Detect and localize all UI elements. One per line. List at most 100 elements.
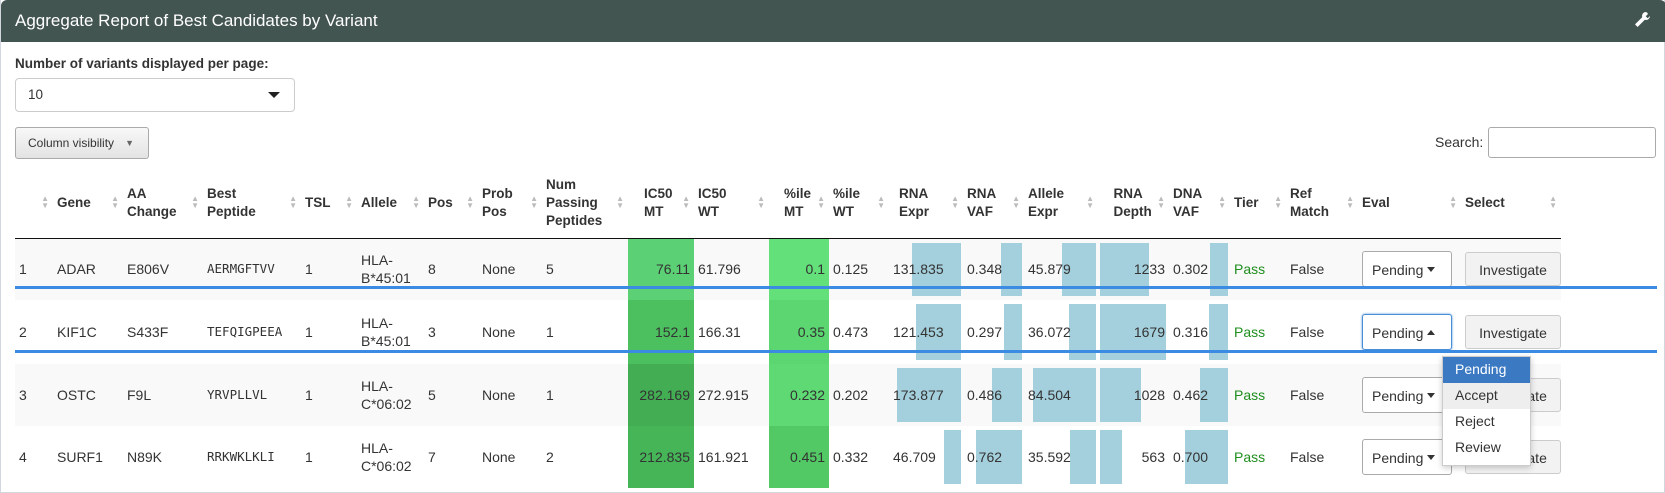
col-header-aa-change[interactable]: AA Change ▲ ▼ xyxy=(123,168,203,239)
variants-table: ▲ ▼ Gene ▲ ▼ AA Change ▲ ▼ Best Peptide ▲ ▼ TSL… xyxy=(15,168,1561,488)
rna-vaf-cell: 0.486 xyxy=(963,364,1024,426)
ic50-mt-cell: 152.1 xyxy=(628,300,694,364)
col-header-allele[interactable]: Allele ▲ ▼ xyxy=(357,168,424,239)
report-panel: Aggregate Report of Best Candidates by V… xyxy=(0,0,1665,493)
dropdown-option-accept[interactable]: Accept xyxy=(1443,383,1530,409)
select-cell: Investigate xyxy=(1461,238,1561,300)
pos-cell: 8 xyxy=(424,238,478,300)
gene-cell: OSTC xyxy=(53,364,123,426)
col-header-ref-match[interactable]: Ref Match ▲ ▼ xyxy=(1286,168,1358,239)
perpage-select[interactable]: 10 xyxy=(15,78,295,112)
caret-down-icon xyxy=(268,92,280,98)
allele-expr-cell-bar xyxy=(1069,430,1096,484)
pile-wt-cell: 0.202 xyxy=(829,364,889,426)
col-header-rna-expr[interactable]: RNA Expr ▲ ▼ xyxy=(889,168,963,239)
caret-down-icon xyxy=(1427,393,1435,398)
col-header-eval[interactable]: Eval ▲ ▼ xyxy=(1358,168,1461,239)
pile-wt-cell: 0.473 xyxy=(829,300,889,364)
gene-cell: KIF1C xyxy=(53,300,123,364)
col-header-tsl[interactable]: TSL ▲ ▼ xyxy=(301,168,357,239)
col-header-pile-wt[interactable]: %ile WT ▲ ▼ xyxy=(829,168,889,239)
col-header-ic50-mt[interactable]: IC50 MT ▲ ▼ xyxy=(628,168,694,239)
eval-cell: Pending xyxy=(1358,300,1461,364)
sort-icon: ▲ ▼ xyxy=(1157,194,1165,210)
dropdown-option-review[interactable]: Review xyxy=(1443,435,1530,461)
sort-icon: ▲ ▼ xyxy=(41,194,49,210)
sort-icon: ▲ ▼ xyxy=(289,194,297,210)
investigate-button[interactable]: Investigate xyxy=(1465,252,1561,287)
rna-vaf-cell: 0.297 xyxy=(963,300,1024,364)
gene-cell: SURF1 xyxy=(53,426,123,488)
rna-vaf-cell: 0.348 xyxy=(963,238,1024,300)
rna-expr-cell-bar xyxy=(943,430,961,484)
dropdown-option-pending[interactable]: Pending xyxy=(1443,357,1530,383)
table-row: 4 SURF1 N89K RRKWKLKLI 1 HLA-C*06:02 7 None 2 212… xyxy=(15,426,1561,488)
allele-expr-cell: 35.592 xyxy=(1024,426,1098,488)
sort-icon: ▲ ▼ xyxy=(1549,194,1557,210)
allele-cell: HLA-B*45:01 xyxy=(357,300,424,364)
ref-match-cell: False xyxy=(1286,426,1358,488)
rna-expr-cell: 173.877 xyxy=(889,364,963,426)
row-number: 4 xyxy=(15,426,53,488)
sort-icon: ▲ ▼ xyxy=(1218,194,1226,210)
eval-value: Pending xyxy=(1372,450,1424,466)
pile-wt-cell: 0.332 xyxy=(829,426,889,488)
table-row: 1 ADAR E806V AERMGFTVV 1 HLA-B*45:01 8 None 5 76.… xyxy=(15,238,1561,300)
col-header-pile-mt[interactable]: %ile MT ▲ ▼ xyxy=(769,168,829,239)
col-header-dna-vaf[interactable]: DNA VAF ▲ ▼ xyxy=(1169,168,1230,239)
col-header-allele-expr[interactable]: Allele Expr ▲ ▼ xyxy=(1024,168,1098,239)
wrench-icon[interactable] xyxy=(1632,10,1652,30)
ref-match-cell: False xyxy=(1286,300,1358,364)
pos-cell: 3 xyxy=(424,300,478,364)
dropdown-option-reject[interactable]: Reject xyxy=(1443,409,1530,435)
sort-icon: ▲ ▼ xyxy=(345,194,353,210)
eval-select[interactable]: Pending xyxy=(1362,314,1452,350)
sort-icon: ▲ ▼ xyxy=(412,194,420,210)
col-header-index[interactable]: ▲ ▼ xyxy=(15,168,53,239)
rna-expr-cell: 121.453 xyxy=(889,300,963,364)
sort-icon: ▲ ▼ xyxy=(466,194,474,210)
sort-icon: ▲ ▼ xyxy=(191,194,199,210)
col-header-rna-depth[interactable]: RNA Depth ▲ ▼ xyxy=(1098,168,1169,239)
dna-vaf-cell: 0.700 xyxy=(1169,426,1230,488)
col-header-select[interactable]: Select ▲ ▼ xyxy=(1461,168,1561,239)
sort-icon: ▲ ▼ xyxy=(530,194,538,210)
column-visibility-button[interactable]: Column visibility ▼ xyxy=(15,127,149,159)
investigate-button[interactable]: Investigate xyxy=(1465,315,1561,349)
table-row: 3 OSTC F9L YRVPLLVL 1 HLA-C*06:02 5 None 1 282.16… xyxy=(15,364,1561,426)
col-header-pos[interactable]: Pos ▲ ▼ xyxy=(424,168,478,239)
allele-cell: HLA-C*06:02 xyxy=(357,364,424,426)
tier-cell: Pass xyxy=(1230,300,1286,364)
tier-cell: Pass xyxy=(1230,238,1286,300)
col-header-prob-pos[interactable]: Prob Pos ▲ ▼ xyxy=(478,168,542,239)
row-number: 2 xyxy=(15,300,53,364)
caret-up-icon xyxy=(1427,330,1435,335)
perpage-label: Number of variants displayed per page: xyxy=(15,56,269,71)
eval-select[interactable]: Pending xyxy=(1362,439,1452,475)
sort-icon: ▲ ▼ xyxy=(1449,194,1457,210)
col-header-tier[interactable]: Tier ▲ ▼ xyxy=(1230,168,1286,239)
eval-value: Pending xyxy=(1372,388,1424,404)
sort-icon: ▲ ▼ xyxy=(1086,194,1094,210)
ic50-mt-cell: 282.169 xyxy=(628,364,694,426)
col-header-num-passing[interactable]: Num Passing Peptides ▲ ▼ xyxy=(542,168,628,239)
rna-depth-cell: 563 xyxy=(1098,426,1169,488)
rna-vaf-cell: 0.762 xyxy=(963,426,1024,488)
ic50-wt-cell: 166.31 xyxy=(694,300,769,364)
eval-select[interactable]: Pending xyxy=(1362,377,1452,413)
col-header-ic50-wt[interactable]: IC50 WT ▲ ▼ xyxy=(694,168,769,239)
col-header-best-peptide[interactable]: Best Peptide ▲ ▼ xyxy=(203,168,301,239)
table-row: 2 KIF1C S433F TEFQIGPEEA 1 HLA-B*45:01 3 None 1 1… xyxy=(15,300,1561,364)
prob-pos-cell: None xyxy=(478,426,542,488)
selected-row-border-top xyxy=(15,286,1657,289)
caret-down-icon xyxy=(1427,267,1435,273)
selected-row-border-bottom xyxy=(15,350,1657,353)
col-header-rna-vaf[interactable]: RNA VAF ▲ ▼ xyxy=(963,168,1024,239)
col-header-gene[interactable]: Gene ▲ ▼ xyxy=(53,168,123,239)
tsl-cell: 1 xyxy=(301,426,357,488)
sort-icon: ▲ ▼ xyxy=(877,194,885,210)
sort-icon: ▲ ▼ xyxy=(757,194,765,210)
eval-select[interactable]: Pending xyxy=(1362,251,1452,288)
pile-wt-cell: 0.125 xyxy=(829,238,889,300)
search-input[interactable] xyxy=(1488,127,1656,158)
